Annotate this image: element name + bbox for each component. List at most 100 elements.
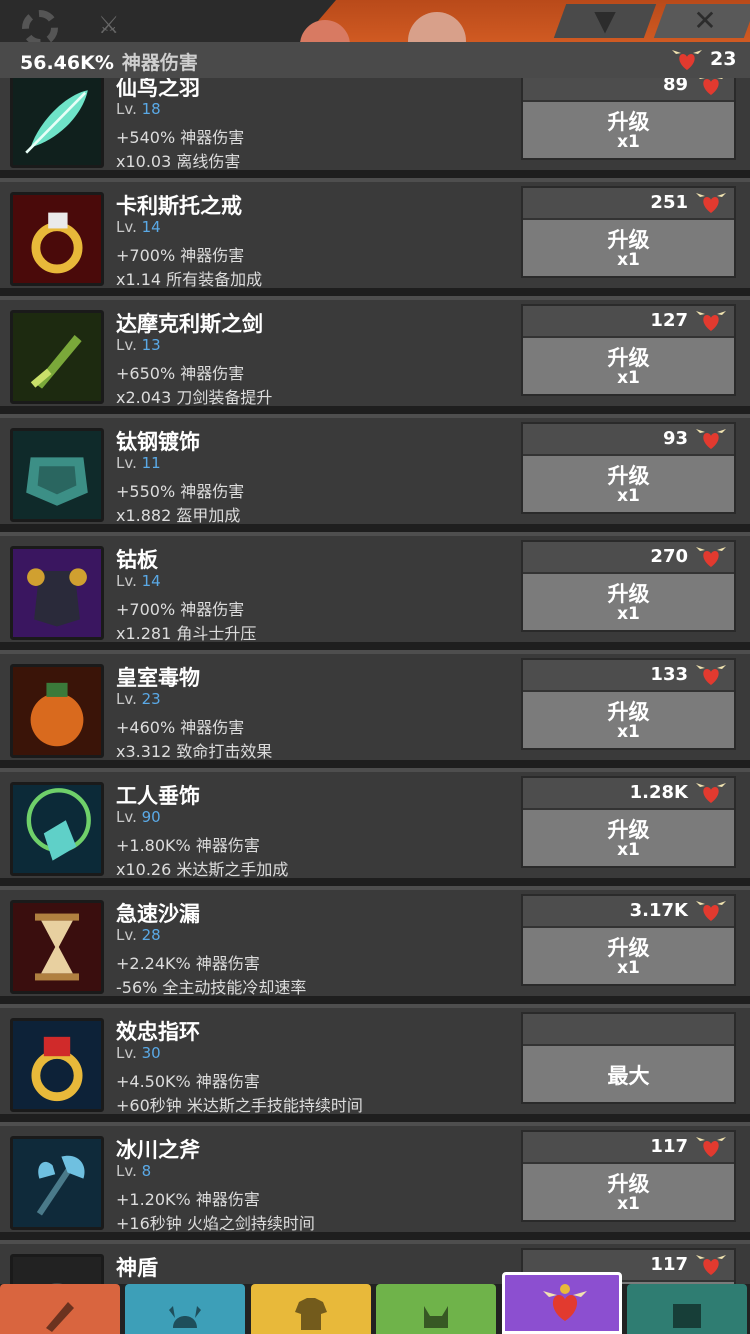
artifact-row: 效忠指环 Lv. 30 +4.50K% 神器伤害 +60秒钟 米达斯之手技能持续… (0, 1004, 750, 1115)
upgrade-button[interactable]: 1.28K 升级 x1 (521, 776, 736, 868)
heroes-tab[interactable] (125, 1284, 245, 1334)
level-prefix: Lv. (116, 218, 137, 236)
triangle-down-icon: ▼ (594, 4, 616, 37)
artifact-level: Lv. 11 (116, 454, 161, 472)
artifact-damage-label: 神器伤害 (121, 52, 198, 74)
artifact-effect-secondary: +60秒钟 米达斯之手技能持续时间 (116, 1096, 363, 1115)
pets-tab[interactable] (376, 1284, 496, 1334)
level-number: 11 (141, 454, 161, 472)
pendant-icon[interactable] (10, 782, 104, 876)
artifacts-tab[interactable] (502, 1272, 622, 1334)
upgrade-button[interactable]: 93 升级 x1 (521, 422, 736, 514)
upgrade-cost: 127 (650, 310, 688, 331)
artifact-level: Lv. 30 (116, 1044, 161, 1062)
upgrade-button[interactable]: 3.17K 升级 x1 (521, 894, 736, 986)
upgrade-button[interactable]: 89 升级 x1 (521, 78, 736, 160)
equipment-tab[interactable] (251, 1284, 371, 1334)
ring-icon[interactable] (10, 192, 104, 286)
cost-bar: 251 (523, 188, 734, 220)
cost-bar: 1.28K (523, 778, 734, 810)
level-number: 23 (141, 690, 161, 708)
cost-bar: 133 (523, 660, 734, 692)
upgrade-button[interactable]: 270 升级 x1 (521, 540, 736, 632)
button-multiplier: x1 (617, 840, 640, 860)
winged-heart-icon (696, 547, 726, 567)
poison-jar-icon[interactable] (10, 664, 104, 758)
artifact-effect-secondary: x1.14 所有装备加成 (116, 270, 263, 289)
upgrade-cost: 117 (650, 1136, 688, 1157)
artifact-row: 卡利斯托之戒 Lv. 14 +700% 神器伤害 x1.14 所有装备加成 25… (0, 178, 750, 289)
armor-icon[interactable] (10, 428, 104, 522)
stat-bar: 56.46K% 神器伤害 23 (0, 42, 750, 78)
artifact-row: 冰川之斧 Lv. 8 +1.20K% 神器伤害 +16秒钟 火焰之剑持续时间 1… (0, 1122, 750, 1233)
button-multiplier: x1 (617, 486, 640, 506)
level-prefix: Lv. (116, 572, 137, 590)
horns-icon[interactable]: ⚔ (98, 12, 158, 38)
shop-tab[interactable] (627, 1284, 747, 1334)
close-button[interactable]: ✕ (653, 4, 750, 38)
gear-icon[interactable] (22, 10, 58, 42)
artifact-name: 钛钢镀饰 (116, 430, 200, 454)
sword-icon (46, 1302, 74, 1332)
artifact-effect-primary: +2.24K% 神器伤害 (116, 954, 260, 973)
red-gem-ring-icon[interactable] (10, 1018, 104, 1112)
artifact-name: 效忠指环 (116, 1020, 200, 1044)
breastplate-icon[interactable] (10, 546, 104, 640)
artifact-damage-summary: 56.46K% 神器伤害 (20, 48, 198, 75)
artifact-effect-secondary: x3.312 致命打击效果 (116, 742, 273, 761)
artifact-level: Lv. 14 (116, 572, 161, 590)
shield-icon[interactable] (10, 1254, 104, 1284)
artifact-row: 神盾 117 (0, 1240, 750, 1284)
artifact-list[interactable]: 仙鸟之羽 Lv. 18 +540% 神器伤害 x10.03 离线伤害 89 升级… (0, 78, 750, 1284)
upgrade-button[interactable]: 251 升级 x1 (521, 186, 736, 278)
level-prefix: Lv. (116, 690, 137, 708)
artifact-effect-primary: +4.50K% 神器伤害 (116, 1072, 260, 1091)
upgrade-button[interactable]: 127 升级 x1 (521, 304, 736, 396)
cost-bar: 3.17K (523, 896, 734, 928)
artifact-effect-primary: +1.80K% 神器伤害 (116, 836, 260, 855)
max-level-button[interactable]: 最大 (521, 1012, 736, 1104)
cost-bar: 127 (523, 306, 734, 338)
artifact-name: 皇室毒物 (116, 666, 200, 690)
artifact-name: 神盾 (116, 1256, 158, 1280)
upgrade-cost: 133 (650, 664, 688, 685)
winged-heart-icon (672, 50, 702, 70)
cost-bar: 270 (523, 542, 734, 574)
relics-count: 23 (710, 48, 737, 70)
artifact-effect-primary: +460% 神器伤害 (116, 718, 245, 737)
dropdown-button[interactable]: ▼ (553, 4, 657, 38)
sword-icon[interactable] (10, 310, 104, 404)
artifact-row: 急速沙漏 Lv. 28 +2.24K% 神器伤害 -56% 全主动技能冷却速率 … (0, 886, 750, 997)
upgrade-button[interactable]: 117 升级 x1 (521, 1130, 736, 1222)
artifact-damage-value: 56.46K% (20, 52, 114, 74)
sword-tab[interactable] (0, 1284, 120, 1334)
artifact-row: 钴板 Lv. 14 +700% 神器伤害 x1.281 角斗士升压 270 升级… (0, 532, 750, 643)
artifact-row: 达摩克利斯之剑 Lv. 13 +650% 神器伤害 x2.043 刀剑装备提升 … (0, 296, 750, 407)
artifact-name: 仙鸟之羽 (116, 78, 200, 100)
upgrade-cost: 1.28K (629, 782, 688, 803)
feather-icon[interactable] (10, 78, 104, 168)
level-number: 14 (141, 572, 161, 590)
level-prefix: Lv. (116, 926, 137, 944)
artifact-level: Lv. 28 (116, 926, 161, 944)
cost-bar: 117 (523, 1132, 734, 1164)
artifact-name: 达摩克利斯之剑 (116, 312, 263, 336)
upgrade-cost: 251 (650, 192, 688, 213)
artifact-effect-secondary: x1.281 角斗士升压 (116, 624, 257, 643)
cost-bar: 93 (523, 424, 734, 456)
artifact-effect-secondary: x10.03 离线伤害 (116, 152, 241, 171)
viking-helmet-icon (169, 1306, 201, 1328)
artifact-name: 急速沙漏 (116, 902, 200, 926)
artifact-effect-secondary: x10.26 米达斯之手加成 (116, 860, 289, 879)
artifact-effect-primary: +1.20K% 神器伤害 (116, 1190, 260, 1209)
axe-icon[interactable] (10, 1136, 104, 1230)
cost-bar: 89 (523, 78, 734, 102)
level-number: 8 (141, 1162, 152, 1180)
button-multiplier: x1 (617, 132, 640, 152)
button-multiplier: x1 (617, 958, 640, 978)
artifact-level: Lv. 8 (116, 1162, 151, 1180)
winged-heart-icon (696, 429, 726, 449)
level-prefix: Lv. (116, 1044, 137, 1062)
hourglass-icon[interactable] (10, 900, 104, 994)
upgrade-button[interactable]: 133 升级 x1 (521, 658, 736, 750)
